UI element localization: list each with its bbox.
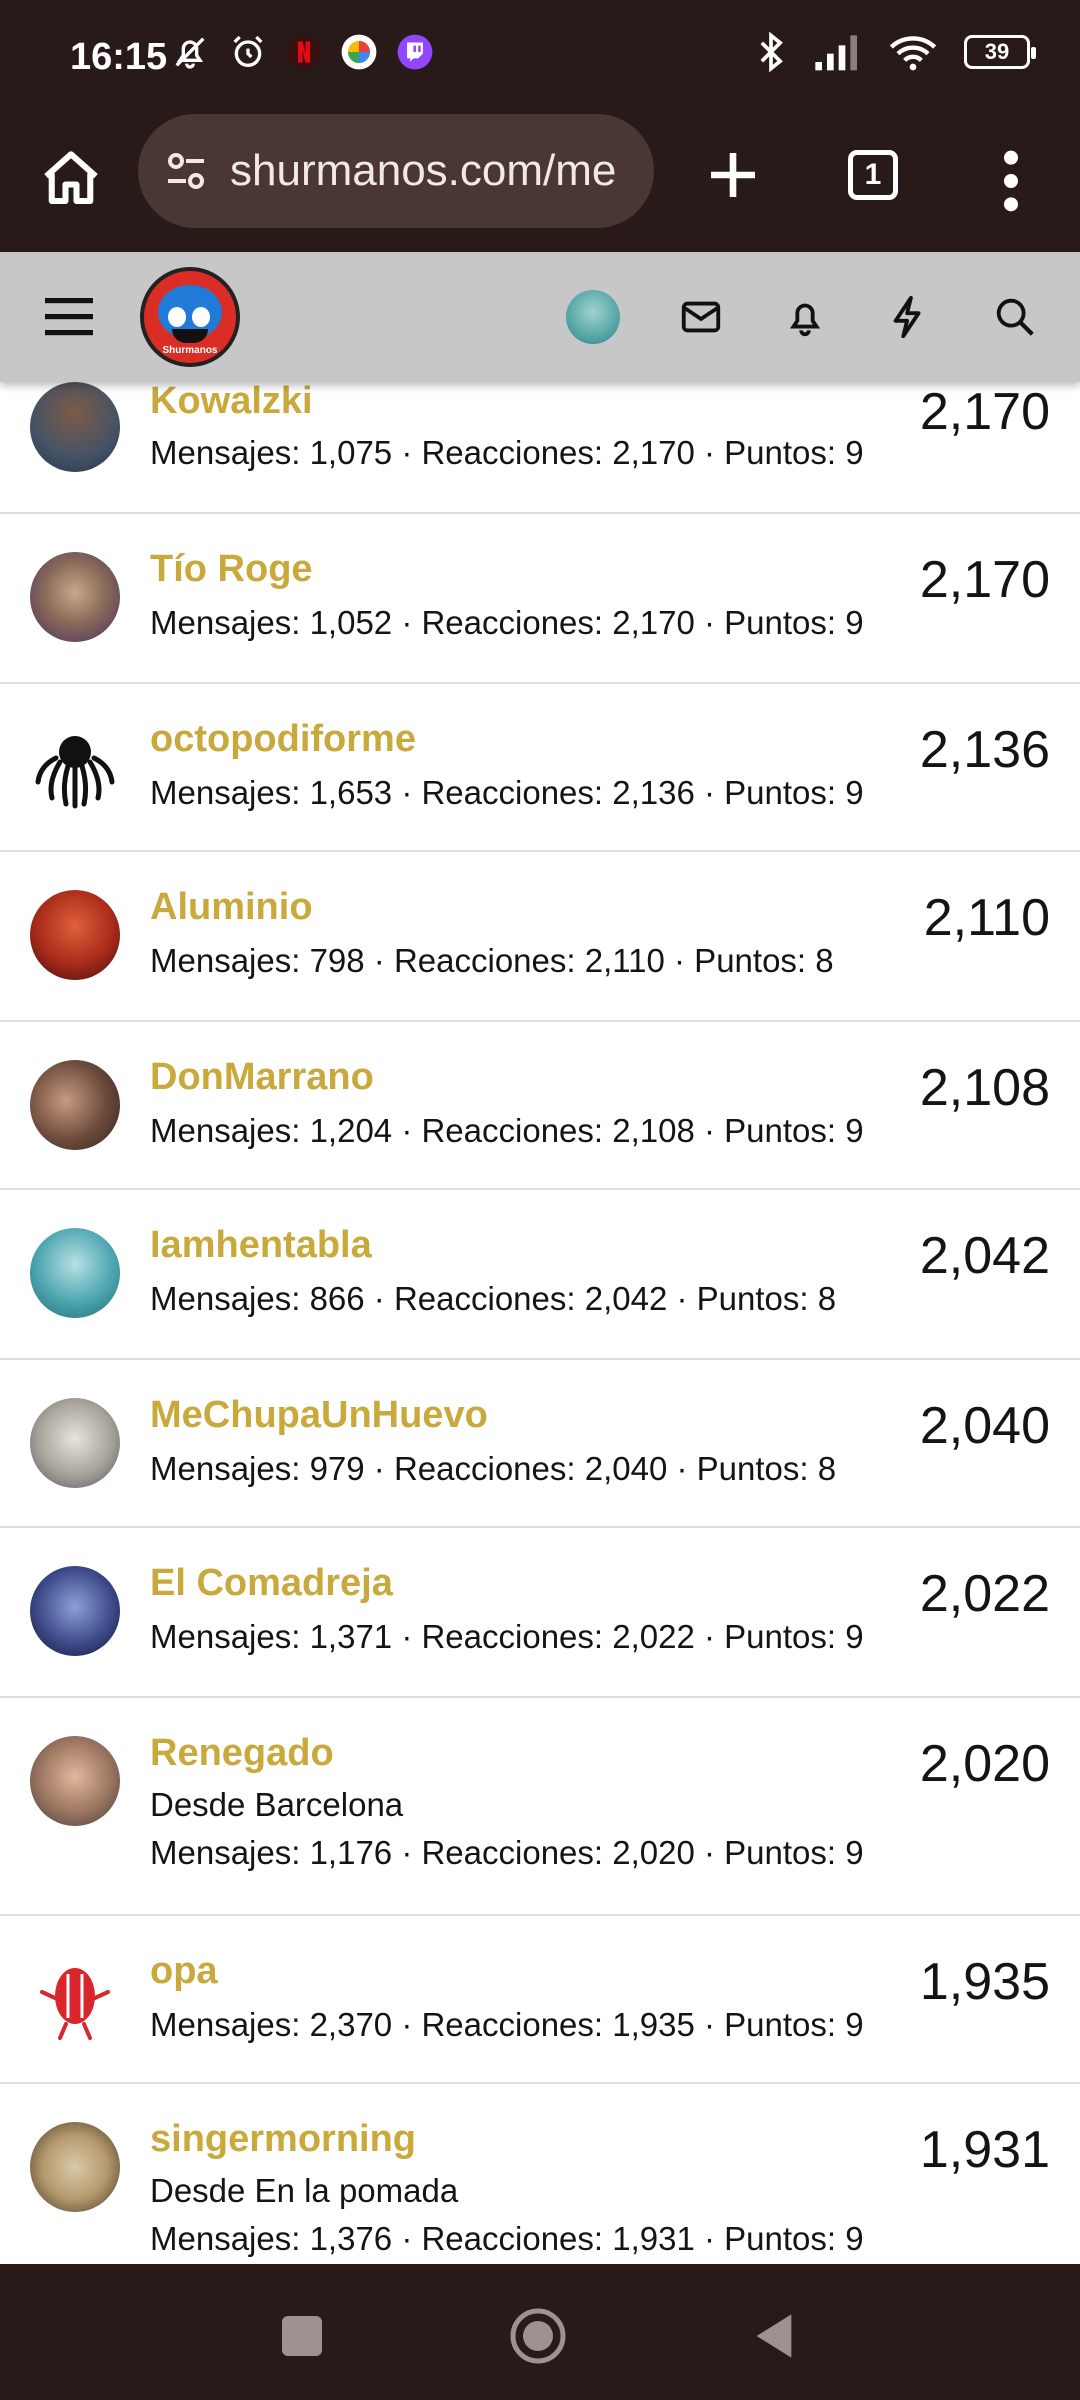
user-score: 2,136 <box>919 721 1050 779</box>
site-settings-icon[interactable] <box>162 147 210 195</box>
user-avatar[interactable] <box>30 1566 120 1656</box>
search-icon[interactable] <box>992 294 1038 340</box>
list-item[interactable]: Tío Roge Mensajes: 1,052 · Reacciones: 2… <box>0 514 1080 684</box>
user-name[interactable]: opa <box>150 1950 218 1993</box>
user-score: 1,931 <box>919 2121 1050 2179</box>
site-header: Shurmanos <box>0 252 1080 382</box>
octopus-avatar[interactable] <box>30 722 120 812</box>
list-item[interactable]: DonMarrano Mensajes: 1,204 · Reacciones:… <box>0 1022 1080 1190</box>
user-name[interactable]: singermorning <box>150 2118 416 2161</box>
user-score: 2,042 <box>919 1227 1050 1285</box>
list-item[interactable]: El Comadreja Mensajes: 1,371 · Reaccione… <box>0 1528 1080 1698</box>
user-avatar[interactable] <box>30 2122 120 2212</box>
home-icon[interactable] <box>38 146 104 212</box>
bluetooth-icon <box>760 31 783 73</box>
user-score: 2,170 <box>919 551 1050 609</box>
list-item[interactable]: opa Mensajes: 2,370 · Reacciones: 1,935 … <box>0 1916 1080 2084</box>
user-stats: Mensajes: 2,370 · Reacciones: 1,935 · Pu… <box>150 2006 864 2043</box>
user-stats: Mensajes: 1,052 · Reacciones: 2,170 · Pu… <box>150 604 864 641</box>
list-item[interactable]: octopodiforme Mensajes: 1,653 · Reaccion… <box>0 684 1080 852</box>
user-location: Desde Barcelona <box>150 1786 404 1823</box>
user-score: 2,040 <box>919 1397 1050 1455</box>
status-bar: 16:15 39 <box>0 0 1080 112</box>
twitch-icon <box>397 34 433 70</box>
logo-text: Shurmanos <box>162 345 218 356</box>
user-avatar[interactable] <box>30 1060 120 1150</box>
site-logo[interactable]: Shurmanos <box>140 267 240 367</box>
alarm-icon <box>233 35 263 67</box>
user-name[interactable]: Aluminio <box>150 886 313 929</box>
user-score: 1,935 <box>919 1953 1050 2011</box>
user-stats: Mensajes: 866 · Reacciones: 2,042 · Punt… <box>150 1280 837 1317</box>
user-stats: Mensajes: 1,653 · Reacciones: 2,136 · Pu… <box>150 774 864 811</box>
user-name[interactable]: octopodiforme <box>150 718 416 761</box>
user-stats: Mensajes: 1,371 · Reacciones: 2,022 · Pu… <box>150 1618 864 1655</box>
mascot-avatar[interactable] <box>30 1954 120 2044</box>
user-avatar[interactable] <box>30 1398 120 1488</box>
system-nav-bar <box>0 2264 1080 2400</box>
list-item[interactable]: Renegado Desde Barcelona Mensajes: 1,176… <box>0 1698 1080 1916</box>
list-item[interactable]: MeChupaUnHuevo Mensajes: 979 · Reaccione… <box>0 1360 1080 1528</box>
signal-icon <box>815 35 857 71</box>
user-avatar[interactable] <box>30 1736 120 1826</box>
bell-icon[interactable] <box>782 294 828 340</box>
list-item[interactable]: Iamhentabla Mensajes: 866 · Reacciones: … <box>0 1190 1080 1360</box>
battery-level: 39 <box>984 39 1010 64</box>
user-score: 2,170 <box>919 383 1050 441</box>
list-item[interactable]: Aluminio Mensajes: 798 · Reacciones: 2,1… <box>0 852 1080 1022</box>
more-menu-icon[interactable] <box>996 146 1026 216</box>
user-name[interactable]: DonMarrano <box>150 1056 374 1099</box>
user-stats: Mensajes: 1,376 · Reacciones: 1,931 · Pu… <box>150 2220 864 2257</box>
user-score: 2,110 <box>923 889 1050 947</box>
lightning-icon[interactable] <box>886 294 932 340</box>
address-bar[interactable]: shurmanos.com/me <box>138 114 654 228</box>
back-icon[interactable] <box>752 2310 796 2362</box>
user-name[interactable]: Iamhentabla <box>150 1224 372 1267</box>
user-score: 2,020 <box>919 1735 1050 1793</box>
user-name[interactable]: Kowalzki <box>150 380 313 423</box>
new-tab-icon[interactable] <box>700 142 766 208</box>
user-avatar[interactable] <box>30 382 120 472</box>
user-stats: Mensajes: 979 · Reacciones: 2,040 · Punt… <box>150 1450 837 1487</box>
user-name[interactable]: MeChupaUnHuevo <box>150 1394 488 1437</box>
recents-icon[interactable] <box>282 2316 322 2356</box>
mute-bell-icon <box>175 37 205 69</box>
tab-count: 1 <box>864 158 882 191</box>
user-stats: Mensajes: 1,075 · Reacciones: 2,170 · Pu… <box>150 434 864 471</box>
user-stats: Mensajes: 1,204 · Reacciones: 2,108 · Pu… <box>150 1112 864 1149</box>
user-stats: Mensajes: 1,176 · Reacciones: 2,020 · Pu… <box>150 1834 864 1871</box>
tab-switcher-icon[interactable]: 1 <box>848 150 898 200</box>
user-score: 2,108 <box>919 1059 1050 1117</box>
menu-icon[interactable] <box>44 296 94 336</box>
wifi-icon <box>889 36 937 71</box>
user-stats: Mensajes: 798 · Reacciones: 2,110 · Punt… <box>150 942 834 979</box>
user-avatar[interactable] <box>30 890 120 980</box>
battery-icon: 39 <box>964 35 1036 69</box>
user-avatar[interactable] <box>30 552 120 642</box>
user-name[interactable]: El Comadreja <box>150 1562 393 1605</box>
photos-icon <box>341 34 377 70</box>
user-location: Desde En la pomada <box>150 2172 459 2209</box>
avatar[interactable] <box>566 290 620 344</box>
url-text[interactable]: shurmanos.com/me <box>230 146 616 196</box>
status-time: 16:15 <box>70 36 168 78</box>
user-name[interactable]: Renegado <box>150 1732 334 1775</box>
home-circle-icon[interactable] <box>508 2306 568 2366</box>
user-score: 2,022 <box>919 1565 1050 1623</box>
netflix-icon <box>287 35 321 69</box>
browser-toolbar: shurmanos.com/me 1 <box>0 112 1080 252</box>
user-avatar[interactable] <box>30 1228 120 1318</box>
user-name[interactable]: Tío Roge <box>150 548 313 591</box>
mail-icon[interactable] <box>678 294 724 340</box>
